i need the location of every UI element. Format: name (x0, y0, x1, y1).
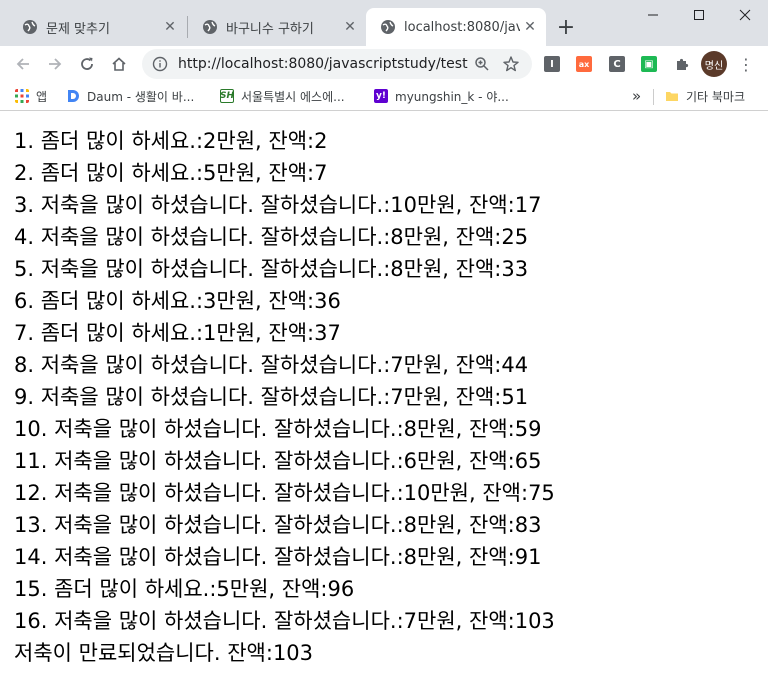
bookmarks-bar: 앱 Daum - 생활이 바... SH 서울특별시 에스에... y! myu… (0, 82, 768, 111)
output-line: 12. 저축을 많이 하셨습니다. 잘하셨습니다.:10만원, 잔액:75 (14, 481, 555, 505)
divider (653, 89, 654, 105)
extension-c-icon[interactable]: C (609, 56, 625, 72)
bookmarks-overflow-button[interactable]: » (632, 87, 641, 105)
globe-icon (203, 20, 217, 34)
output-line: 7. 좀더 많이 하세요.:1만원, 잔액:37 (14, 321, 341, 345)
tab-localhost[interactable]: localhost:8080/javasc ✕ (366, 8, 546, 46)
tab-close-icon[interactable]: ✕ (520, 17, 540, 37)
bookmark-other-folder[interactable]: 기타 북마크 (665, 87, 745, 105)
extension-screen-icon[interactable]: ▣ (641, 56, 657, 72)
maximize-button[interactable] (676, 0, 722, 30)
extensions-button[interactable] (668, 50, 696, 78)
globe-icon (23, 20, 37, 34)
arrow-left-icon (16, 58, 29, 70)
apps-grid-icon (15, 89, 29, 103)
output-line: 2. 좀더 많이 하세요.:5만원, 잔액:7 (14, 161, 328, 185)
output-line: 11. 저축을 많이 하셨습니다. 잘하셨습니다.:6만원, 잔액:65 (14, 449, 542, 473)
address-bar[interactable]: http://localhost:8080/javascriptstudy/te… (142, 49, 532, 79)
output-line: 5. 저축을 많이 하셨습니다. 잘하셨습니다.:8만원, 잔액:33 (14, 257, 529, 281)
tab-close-icon[interactable]: ✕ (340, 17, 360, 37)
bookmark-label: 서울특별시 에스에... (241, 89, 345, 104)
forward-button[interactable] (41, 50, 69, 78)
tab-problem[interactable]: 문제 맞추기 ✕ (8, 8, 186, 46)
tab-basket[interactable]: 바구니수 구하기 ✕ (188, 8, 366, 46)
new-tab-button[interactable]: + (553, 14, 579, 40)
maximize-icon (694, 10, 704, 20)
close-icon (739, 9, 751, 21)
output-line: 1. 좀더 많이 하세요.:2만원, 잔액:2 (14, 129, 328, 153)
globe-icon (381, 20, 395, 34)
bookmark-apps[interactable]: 앱 (15, 87, 47, 105)
output-line: 10. 저축을 많이 하셨습니다. 잘하셨습니다.:8만원, 잔액:59 (14, 417, 542, 441)
page-content: 1. 좀더 많이 하세요.:2만원, 잔액:2 2. 좀더 많이 하세요.:5만… (0, 112, 768, 696)
info-icon[interactable] (152, 56, 168, 72)
bookmark-label: 앱 (36, 89, 48, 104)
sh-logo-icon: SH (220, 89, 235, 103)
daum-logo-icon (68, 90, 79, 102)
back-button[interactable] (9, 50, 37, 78)
bookmark-daum[interactable]: Daum - 생활이 바... (66, 87, 194, 105)
extension-i-icon[interactable]: I (544, 56, 560, 72)
output-line: 16. 저축을 많이 하셨습니다. 잘하셨습니다.:7만원, 잔액:103 (14, 609, 555, 633)
tab-title: localhost:8080/javasc (404, 19, 520, 35)
reload-icon (81, 57, 93, 70)
tab-title: 문제 맞추기 (46, 21, 110, 37)
close-window-button[interactable] (722, 0, 768, 30)
reload-button[interactable] (73, 50, 101, 78)
extension-ax-icon[interactable]: ax (576, 56, 592, 72)
puzzle-icon (677, 58, 689, 70)
arrow-right-icon (49, 58, 62, 70)
home-button[interactable] (105, 50, 133, 78)
profile-avatar[interactable]: 명신 (701, 51, 727, 77)
output-line: 6. 좀더 많이 하세요.:3만원, 잔액:36 (14, 289, 341, 313)
minimize-button[interactable] (630, 0, 676, 30)
bookmark-yahoo[interactable]: y! myungshin_k - 야... (374, 87, 509, 105)
browser-window: 문제 맞추기 ✕ 바구니수 구하기 ✕ localhost:8080/javas… (0, 0, 768, 696)
browser-toolbar: http://localhost:8080/javascriptstudy/te… (0, 46, 768, 82)
output-line: 14. 저축을 많이 하셨습니다. 잘하셨습니다.:8만원, 잔액:91 (14, 545, 542, 569)
output-line: 3. 저축을 많이 하셨습니다. 잘하셨습니다.:10만원, 잔액:17 (14, 193, 542, 217)
output-line: 15. 좀더 많이 하세요.:5만원, 잔액:96 (14, 577, 355, 601)
output-line: 4. 저축을 많이 하셨습니다. 잘하셨습니다.:8만원, 잔액:25 (14, 225, 529, 249)
tab-strip: 문제 맞추기 ✕ 바구니수 구하기 ✕ localhost:8080/javas… (0, 0, 768, 46)
output-line: 8. 저축을 많이 하셨습니다. 잘하셨습니다.:7만원, 잔액:44 (14, 353, 529, 377)
final-message: 저축이 만료되었습니다. 잔액:103 (14, 641, 314, 665)
bookmark-star-icon[interactable] (502, 55, 520, 73)
minimize-icon (648, 14, 658, 16)
tab-title: 바구니수 구하기 (226, 21, 314, 37)
folder-icon (666, 92, 678, 101)
zoom-icon[interactable] (474, 56, 490, 72)
home-icon (112, 57, 126, 71)
bookmark-label: 기타 북마크 (686, 89, 746, 104)
url-text[interactable]: http://localhost:8080/javascriptstudy/te… (178, 56, 468, 72)
menu-icon[interactable]: ⋮ (736, 54, 756, 74)
bookmark-sh[interactable]: SH 서울특별시 에스에... (220, 87, 345, 105)
output-line: 9. 저축을 많이 하셨습니다. 잘하셨습니다.:7만원, 잔액:51 (14, 385, 529, 409)
bookmark-label: myungshin_k - 야... (395, 89, 509, 104)
tab-close-icon[interactable]: ✕ (160, 17, 180, 37)
yahoo-logo-icon: y! (374, 89, 388, 103)
output-line: 13. 저축을 많이 하셨습니다. 잘하셨습니다.:8만원, 잔액:83 (14, 513, 542, 537)
bookmark-label: Daum - 생활이 바... (87, 89, 195, 104)
